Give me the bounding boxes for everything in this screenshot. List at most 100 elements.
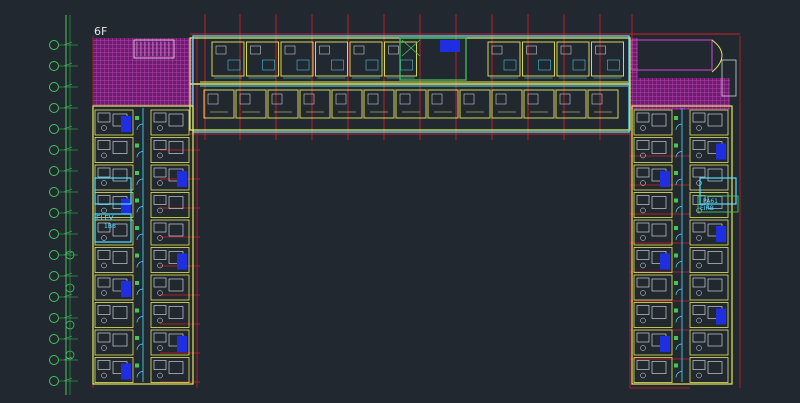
unit-bath [431,93,443,105]
unit-fixture [157,207,163,214]
wing-marker [135,143,139,148]
door-swing [675,123,683,131]
wing-marker [674,308,678,313]
right-wing-sub-label: EIRB [700,205,714,212]
wing-marker [135,281,139,285]
unit-bed [168,196,184,209]
unit-bath [97,332,111,343]
axis-tick [63,293,73,298]
door-swing [675,151,683,158]
unit-bed [168,306,184,319]
door-swing [136,151,144,158]
unit-bath [527,93,539,105]
unit-fixture [157,317,163,324]
axis-tick [63,230,73,235]
unit-fixture [157,125,163,131]
axis-tick [63,62,73,67]
unit-fixture [101,180,107,186]
unit-bath [97,360,111,370]
unit-fixture [640,345,646,351]
unit-bed [168,278,184,292]
wing-marker [674,226,678,230]
unit-bath [153,332,167,343]
unit-bed [112,333,128,347]
axis-bubble [49,313,59,323]
unit-fixture [640,125,646,131]
unit-bed [707,168,723,182]
unit-bath [636,250,650,260]
unit-fixture [101,152,107,159]
unit-bath [559,93,571,105]
axis-tick [63,272,73,277]
axis-bubble [49,166,59,176]
door-swing [136,123,144,131]
unit-bath [97,305,111,315]
axis-tick [63,146,73,151]
unit-blue-room [660,336,670,352]
unit-fixture [101,290,107,296]
unit-bed [365,59,379,71]
unit-bath [271,93,283,105]
unit-fixture [101,317,107,324]
elevator-sub-label: 1BB [104,223,117,230]
wing-marker [135,226,139,230]
unit-bed [112,251,128,264]
axis-bubble [49,355,59,365]
unit-bath [692,112,706,123]
unit-bath [153,222,167,233]
unit-bed [651,141,667,154]
axis-tick [63,83,73,88]
right-wing-label: PA61 [703,198,718,205]
top-unit [315,41,348,77]
door-swing [675,343,683,351]
unit-bath [399,93,411,105]
door-swing [136,288,144,296]
unit-bed [296,59,310,71]
unit-bath [97,277,111,288]
unit-bath [153,250,167,260]
grid-axis-bubbles [49,15,78,395]
unit-bath [153,305,167,315]
wing-marker [135,116,139,120]
unit-blue-room [716,308,726,325]
unit-bath [388,45,399,55]
axis-bubble [49,334,59,344]
unit-bed [707,278,723,292]
door-swing [136,343,144,351]
top-unit [211,41,245,77]
unit-bath [367,93,379,105]
axis-bubble [49,271,59,281]
unit-bed [651,306,667,319]
terrace-right-strip [630,38,638,78]
unit-bath [636,332,650,343]
right-wing-rooms [631,105,739,385]
unit-fixture [101,207,107,214]
wing-marker [674,363,678,368]
unit-bed [168,141,184,154]
unit-bath [153,167,167,178]
top-unit [246,41,279,77]
unit-bath [153,112,167,123]
axis-tick [63,377,73,382]
unit-fixture [696,345,702,351]
axis-bubble [49,145,59,155]
unit-fixture [696,262,702,269]
top-unit [349,41,383,77]
unit-fixture [640,290,646,296]
unit-bath [491,45,503,55]
unit-bath [215,45,227,55]
axis-bubble [49,82,59,92]
unit-bed [168,361,184,374]
unit-fixture [157,262,163,269]
unit-blue-room [177,171,187,187]
unit-bath [319,45,330,55]
unit-bed [707,361,723,374]
unit-bed [168,113,184,127]
unit-fixture [157,372,163,379]
unit-bed [651,223,667,237]
axis-tick [63,104,73,109]
unit-bath [463,93,475,105]
top-unit [591,41,624,77]
door-swing [675,371,683,378]
unit-fixture [696,290,702,296]
